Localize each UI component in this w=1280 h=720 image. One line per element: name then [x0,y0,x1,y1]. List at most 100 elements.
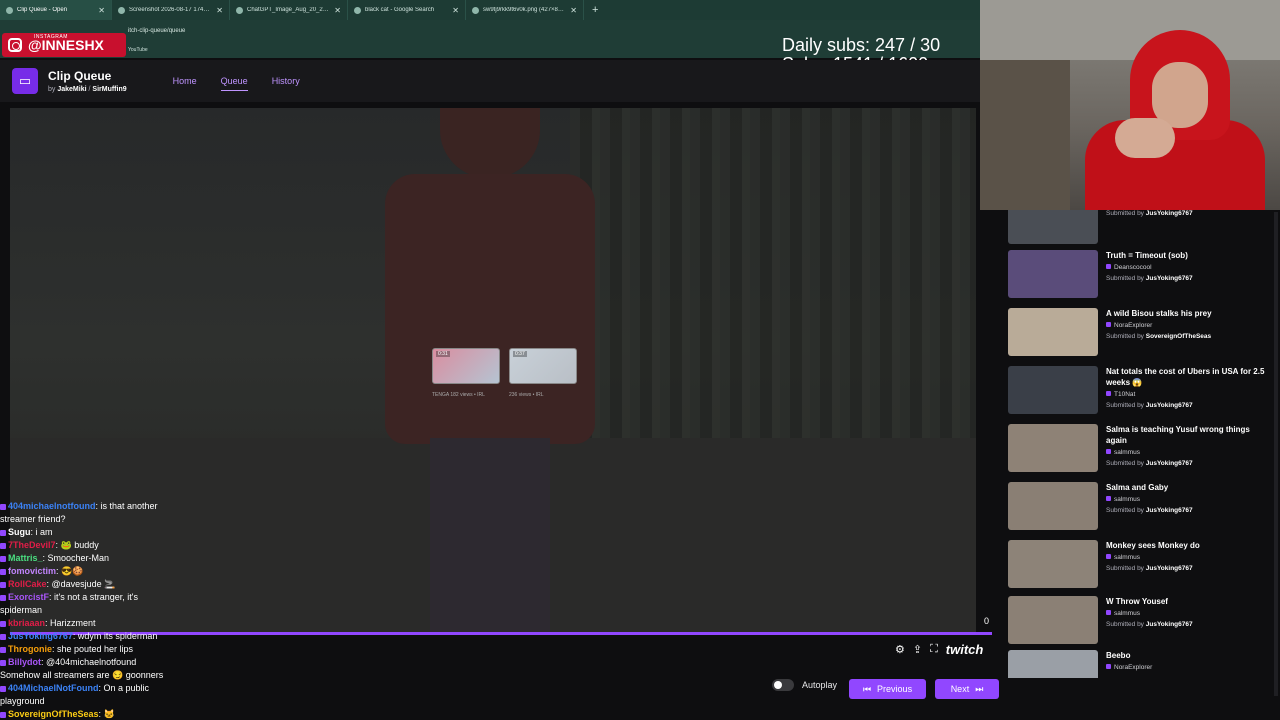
settings-gear-icon[interactable]: ⚙ [895,643,905,656]
queue-item-thumbnail[interactable] [1008,482,1098,530]
queue-item-submitter: Submitted by JusYoking6767 [1106,507,1193,514]
bookmark-item[interactable]: YouTube [128,47,148,53]
queue-item-title: A wild Bisou stalks his prey [1106,309,1212,318]
chat-badge-icon [0,581,6,588]
queue-item-thumbnail[interactable] [1008,424,1098,472]
chat-badge-icon [0,633,6,640]
twitch-channel-icon [1106,496,1111,501]
next-icon: ⏭ [975,683,984,694]
chat-badge-icon [0,685,6,692]
related-clip-thumbnail[interactable]: 0:31 [432,348,500,384]
next-button[interactable]: Next ⏭ [935,679,999,699]
fullscreen-icon[interactable]: ⛶ [930,643,938,656]
queue-item[interactable]: W Throw Yousef salmmus Submitted by JusYok… [1008,596,1272,644]
share-icon[interactable]: ⇪ [913,643,922,656]
queue-item-author: salmmus [1106,495,1266,504]
tab-favicon-icon [6,6,13,14]
webcam-feed [980,0,1280,210]
queue-item[interactable]: Nat totals the cost of Ubers in USA for … [1008,366,1272,414]
chat-text: : wdym its spiderman [72,631,158,641]
chat-username[interactable]: Mattris_ [8,553,43,563]
close-tab-icon[interactable]: ✕ [570,6,577,15]
instagram-icon [8,38,22,52]
queue-item[interactable]: Salma is teaching Yusuf wrong things aga… [1008,424,1272,472]
autoplay-label: Autoplay [802,680,838,690]
queue-item-thumbnail[interactable] [1008,308,1098,356]
queue-item-thumbnail[interactable] [1008,366,1098,414]
chat-username[interactable]: 7TheDevil7 [8,540,56,550]
related-clip-thumbnail[interactable]: 0:37 [509,348,577,384]
chat-message: playground [0,695,260,708]
chat-message: RollCake: @davesjude 🚬 [0,578,260,591]
queue-item-submitter: Submitted by JusYoking6767 [1106,460,1193,467]
queue-item-thumbnail[interactable] [1008,250,1098,298]
submitter-name: JusYoking6767 [1145,565,1193,572]
chat-username[interactable]: RollCake [8,579,47,589]
queue-item[interactable]: DeanscocoolSubmitted by JusYoking6767 [1008,210,1272,244]
nav-queue[interactable]: Queue [220,72,248,91]
nav-home[interactable]: Home [173,72,197,91]
tab-title: Screenshot 2026-08-17 174931.png [129,7,212,13]
queue-item[interactable]: Monkey sees Monkey do salmmus Submitted by… [1008,540,1272,588]
chat-username[interactable]: fomovictim [8,566,56,576]
chat-badge-icon [0,503,6,510]
twitch-logo[interactable]: twitch [946,642,984,657]
chat-username[interactable]: kbriaaan [8,618,45,628]
related-clips: 0:31 0:37 TENGA 182 views • IRL 236 view… [432,346,592,426]
queue-item[interactable]: Truth = Timeout (sob) Deanscocool Submitte… [1008,250,1272,298]
close-tab-icon[interactable]: ✕ [334,6,341,15]
queue-item-thumbnail[interactable] [1008,540,1098,588]
new-tab-icon[interactable]: + [584,4,606,16]
chat-username[interactable]: 404michaelnotfound [8,501,96,511]
chat-username[interactable]: ExorcistF [8,592,49,602]
browser-tab[interactable]: black cat - Google Search ✕ [348,0,466,20]
chat-text: : On a public [98,683,150,693]
author-name: salmmus [1114,496,1141,503]
chat-message: 404MichaelNotFound: On a public [0,682,260,695]
chat-badge-icon [0,529,6,536]
close-tab-icon[interactable]: ✕ [98,6,105,15]
chat-username[interactable]: Billydot [8,657,41,667]
chat-badge-icon [0,568,6,575]
close-tab-icon[interactable]: ✕ [216,6,223,15]
queue-item[interactable]: A wild Bisou stalks his prey NoraExplorer… [1008,308,1272,356]
chat-text: : i am [30,527,53,537]
autoplay-control[interactable]: Autoplay [772,679,837,691]
queue-scrollbar[interactable] [1274,212,1278,696]
chat-badge-icon [0,646,6,653]
twitch-channel-icon [1106,554,1111,559]
chat-message: fomovictim: 😎🍪 [0,565,260,578]
address-text: itch-clip-queue/queue [128,28,186,34]
nav-history[interactable]: History [272,72,300,91]
queue-item-author: NoraExplorer [1106,321,1266,330]
browser-tab[interactable]: ChatGPT_Image_Aug_20_2026 ✕ [230,0,348,20]
clip-duration: 0:31 [436,351,450,357]
previous-button[interactable]: ⏮ Previous [849,679,926,699]
browser-tab[interactable]: sw9tj9rkk9t6v0k.png (427×839) ✕ [466,0,584,20]
queue-item-thumbnail[interactable] [1008,596,1098,644]
autoplay-toggle[interactable] [772,679,794,691]
close-tab-icon[interactable]: ✕ [452,6,459,15]
chat-message: 404michaelnotfound: is that another [0,500,260,513]
twitch-channel-icon [1106,391,1111,396]
chat-text: : Smoocher-Man [42,553,110,563]
browser-tab[interactable]: Clip Queue - Open ✕ [0,0,112,20]
author-link[interactable]: SirMuffin9 [92,86,126,93]
queue-item-thumbnail[interactable] [1008,210,1098,244]
author-link[interactable]: JakeMiki [57,86,86,93]
queue-item[interactable]: Beebo NoraExplorer [1008,650,1272,678]
clip-queue-logo-icon[interactable]: ▭ [12,68,38,94]
chat-text: : Harizzment [45,618,96,628]
queue-item-submitter: Submitted by SovereignOfTheSeas [1106,333,1212,340]
chat-username[interactable]: Throgonie [8,644,52,654]
chat-username[interactable]: 404MichaelNotFound [8,683,99,693]
chat-text: : @404michaelnotfound [41,657,137,667]
chat-text: : 🐱 [98,709,115,719]
queue-item-thumbnail[interactable] [1008,650,1098,678]
chat-username[interactable]: SovereignOfTheSeas [8,709,99,719]
queue-item[interactable]: Salma and Gaby salmmus Submitted by JusYok… [1008,482,1272,530]
chat-username[interactable]: Sugu [8,527,31,537]
chat-username[interactable]: JusYoking6767 [8,631,73,641]
browser-tab[interactable]: Screenshot 2026-08-17 174931.png ✕ [112,0,230,20]
queue-item-submitter: Submitted by JusYoking6767 [1106,621,1193,628]
